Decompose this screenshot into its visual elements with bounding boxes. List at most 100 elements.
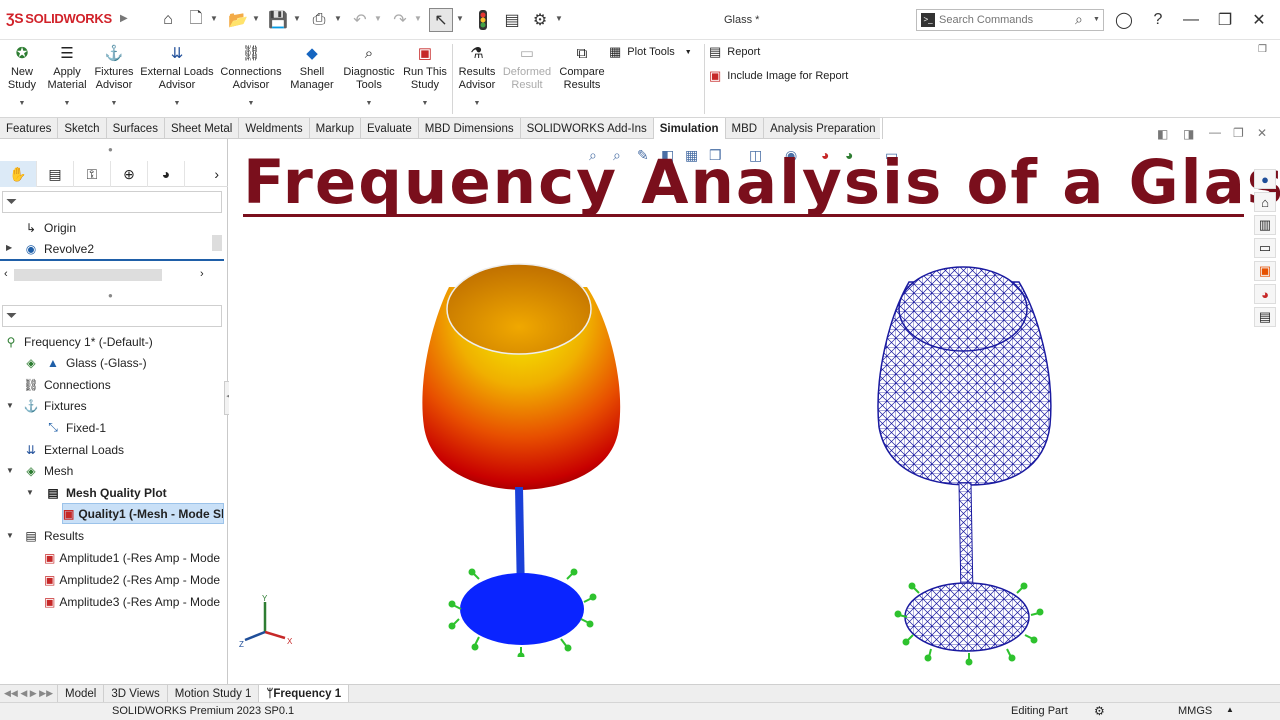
tree-item-quality1[interactable]: ▣ Quality1 (-Mesh - Mode Sh: [62, 503, 224, 524]
tab-analysis-preparation[interactable]: Analysis Preparation: [764, 118, 883, 139]
tree-item-fixed[interactable]: ⤡ Fixed-1: [44, 417, 106, 438]
select-cursor-icon[interactable]: ↖: [429, 8, 453, 32]
scroll-right-icon[interactable]: ›: [200, 268, 204, 280]
minimize-icon[interactable]: —: [1178, 8, 1204, 32]
diagnostic-dropdown-icon[interactable]: ▼: [366, 97, 373, 110]
tab-mbd-dimensions[interactable]: MBD Dimensions: [419, 118, 521, 139]
search-commands-box[interactable]: >_ ⌕ ▼: [916, 9, 1104, 31]
fixtures-advisor-button[interactable]: ⚓ Fixtures Advisor ▼: [93, 42, 135, 116]
include-image-button[interactable]: ▣ Include Image for Report: [709, 68, 848, 84]
appearances-icon[interactable]: ◕: [1254, 284, 1276, 304]
bottom-tab-frequency-1[interactable]: ᛘ Frequency 1: [259, 685, 350, 702]
undo-icon[interactable]: ↶: [348, 8, 372, 32]
tree-item-fixtures[interactable]: ⚓ Fixtures: [22, 395, 87, 416]
undo-dropdown-icon[interactable]: ▼: [374, 14, 382, 23]
new-study-dropdown-icon[interactable]: ▼: [19, 97, 26, 110]
tab-features[interactable]: Features: [0, 118, 59, 139]
connections-dropdown-icon[interactable]: ▼: [248, 97, 255, 110]
units-dropdown-icon[interactable]: ▲: [1226, 705, 1234, 714]
shell-manager-button[interactable]: ◆ Shell Manager: [289, 42, 335, 116]
unit-system[interactable]: MMGS: [1178, 705, 1212, 717]
results-advisor-dropdown-icon[interactable]: ▼: [474, 97, 481, 110]
pane-splitter-grip[interactable]: ●: [108, 145, 113, 154]
redo-icon[interactable]: ↷: [388, 8, 412, 32]
expand-revolve-icon[interactable]: ▶: [6, 243, 12, 252]
save-dropdown-icon[interactable]: ▼: [293, 14, 301, 23]
tab-weldments[interactable]: Weldments: [239, 118, 310, 139]
home-icon[interactable]: ⌂: [156, 8, 180, 32]
graphics-area[interactable]: ⌕ ⌕ ✎ ◧ ▦ ❒ ◫ ◉ ◕ ◕ ▭ ◧ ◨ — ❐ ✕ Frequenc…: [229, 125, 1280, 684]
tab-mbd[interactable]: MBD: [726, 118, 765, 139]
plot-tools-dropdown-icon[interactable]: ▼: [685, 49, 692, 56]
save-icon[interactable]: 💾: [266, 8, 290, 32]
tree-item-glass[interactable]: ◈ ▲ Glass (-Glass-): [22, 352, 146, 373]
bottom-tab-motion-study-1[interactable]: Motion Study 1: [168, 685, 260, 702]
display-manager-tab-icon[interactable]: ◕: [148, 161, 185, 187]
tab-sketch[interactable]: Sketch: [58, 118, 107, 139]
help-icon[interactable]: ?: [1145, 8, 1171, 32]
apply-material-button[interactable]: ☰ Apply Material ▼: [44, 42, 90, 116]
bottom-tab-3d-views[interactable]: 3D Views: [104, 685, 168, 702]
tree-item-results[interactable]: ▤ Results: [22, 525, 84, 546]
solidworks-logo[interactable]: ƷS SOLIDWORKS: [6, 10, 112, 26]
tab-scroll-arrows-icon[interactable]: ◀◀ ◀ ▶ ▶▶: [0, 685, 59, 702]
user-account-icon[interactable]: ◯: [1111, 8, 1137, 32]
report-button[interactable]: ▤ Report: [709, 44, 760, 60]
compare-results-button[interactable]: ⧉ Compare Results: [558, 42, 606, 116]
file-explorer-icon[interactable]: ▭: [1254, 238, 1276, 258]
tree-filter-box[interactable]: ⏷: [2, 191, 222, 213]
plot-tools-button[interactable]: ▦ Plot Tools ▼: [609, 44, 692, 60]
print-dropdown-icon[interactable]: ▼: [334, 14, 342, 23]
tree-item-external-loads[interactable]: ⇊ External Loads: [22, 439, 124, 460]
close-icon[interactable]: ✕: [1246, 8, 1272, 32]
run-this-study-button[interactable]: ▣ Run This Study ▼: [402, 42, 448, 116]
design-library-home-icon[interactable]: ⌂: [1254, 192, 1276, 212]
ribbon-collapse-icon[interactable]: ❒: [1258, 44, 1270, 66]
solidworks-resources-icon[interactable]: ●: [1254, 169, 1276, 189]
results-advisor-button[interactable]: ⚗ Results Advisor ▼: [456, 42, 498, 116]
doc-close-icon[interactable]: ✕: [1257, 126, 1267, 140]
tab-sheet-metal[interactable]: Sheet Metal: [165, 118, 240, 139]
search-dropdown-icon[interactable]: ▼: [1093, 16, 1100, 23]
apply-material-dropdown-icon[interactable]: ▼: [64, 97, 71, 110]
tile-left-icon[interactable]: ◧: [1157, 127, 1168, 141]
tree-hscroll-thumb[interactable]: [14, 269, 162, 281]
external-loads-advisor-button[interactable]: ⇊ External Loads Advisor ▼: [140, 42, 214, 116]
collapse-mesh-icon[interactable]: ▼: [6, 466, 14, 475]
new-dropdown-icon[interactable]: ▼: [210, 14, 218, 23]
tab-simulation[interactable]: Simulation: [653, 118, 726, 139]
scroll-left-icon[interactable]: ‹: [4, 268, 8, 280]
sim-filter-box[interactable]: ⏷: [2, 305, 222, 327]
fixtures-dropdown-icon[interactable]: ▼: [111, 97, 118, 110]
dimxpert-tab-icon[interactable]: ⊕: [111, 161, 148, 187]
tree-item-amplitude1[interactable]: ▣ Amplitude1 (-Res Amp - Mode S: [44, 547, 224, 568]
select-dropdown-icon[interactable]: ▼: [456, 14, 464, 23]
tree-item-amplitude3[interactable]: ▣ Amplitude3 (-Res Amp - Mode S: [44, 591, 224, 612]
collapse-mesh-quality-icon[interactable]: ▼: [26, 488, 34, 497]
rebuild-traffic-light-icon[interactable]: [471, 8, 495, 32]
tabs-more-icon[interactable]: ›: [185, 161, 225, 187]
open-dropdown-icon[interactable]: ▼: [252, 14, 260, 23]
tree-vscroll[interactable]: [212, 235, 222, 251]
bottom-tab-model[interactable]: Model: [58, 685, 105, 702]
design-library-icon[interactable]: ▥: [1254, 215, 1276, 235]
tree-item-mesh-quality-plot[interactable]: ▤ Mesh Quality Plot: [44, 482, 166, 503]
tree-item-origin[interactable]: ↳ Origin: [22, 217, 76, 238]
menu-expand-icon[interactable]: ▶: [120, 13, 128, 24]
external-loads-dropdown-icon[interactable]: ▼: [174, 97, 181, 110]
deformed-result-button[interactable]: ▭ Deformed Result: [502, 42, 552, 116]
doc-restore-icon[interactable]: ❐: [1233, 126, 1244, 140]
connections-advisor-button[interactable]: ⛓ Connections Advisor ▼: [219, 42, 283, 116]
redo-dropdown-icon[interactable]: ▼: [414, 14, 422, 23]
tree-item-connections[interactable]: ⛓ Connections: [22, 374, 110, 395]
tile-right-icon[interactable]: ◨: [1183, 127, 1194, 141]
restore-icon[interactable]: ❐: [1212, 8, 1238, 32]
property-manager-tab-icon[interactable]: ▤: [37, 161, 74, 187]
run-study-dropdown-icon[interactable]: ▼: [422, 97, 429, 110]
options-gear-icon[interactable]: ⚙: [528, 8, 552, 32]
rebuild-status-icon[interactable]: ⚙: [1094, 704, 1105, 718]
search-icon[interactable]: ⌕: [1075, 11, 1083, 28]
collapse-fixtures-icon[interactable]: ▼: [6, 401, 14, 410]
tree-item-amplitude2[interactable]: ▣ Amplitude2 (-Res Amp - Mode S: [44, 569, 224, 590]
search-input[interactable]: [939, 12, 1069, 28]
